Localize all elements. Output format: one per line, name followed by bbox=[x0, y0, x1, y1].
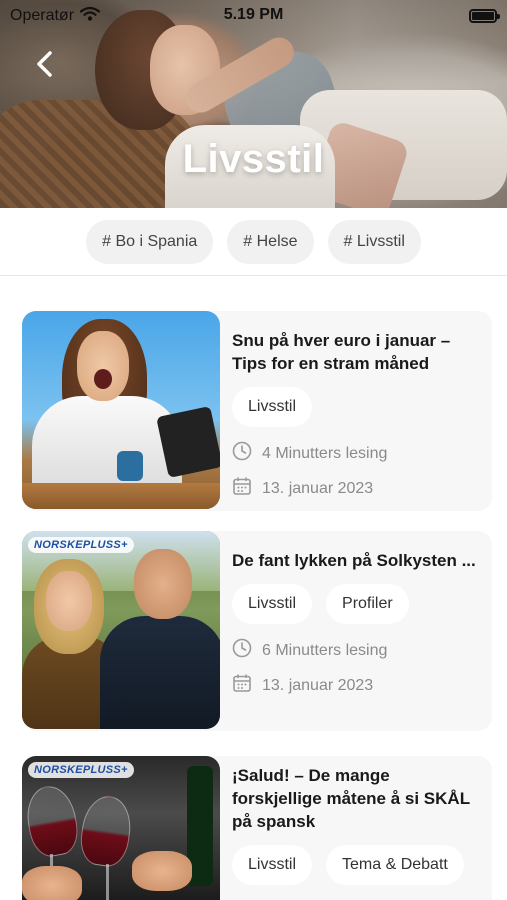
page-title: Livsstil bbox=[182, 137, 325, 181]
tag-livsstil[interactable]: # Livsstil bbox=[327, 219, 421, 264]
norskepluss-badge: NORSKEPLUSS+ bbox=[28, 762, 134, 778]
article-card[interactable]: NORSKEPLUSS+ De fant lykken på Solkysten… bbox=[22, 531, 492, 731]
tag-filter-bar: # Bo i Spania # Helse # Livsstil bbox=[0, 208, 507, 276]
article-thumbnail bbox=[22, 311, 220, 509]
article-title: ¡Salud! – De mange forskjellige måtene å… bbox=[232, 766, 470, 831]
publish-date: 13. januar 2023 bbox=[262, 479, 374, 497]
article-thumbnail: NORSKEPLUSS+ bbox=[22, 756, 220, 900]
carrier-label: Operatør bbox=[10, 7, 75, 24]
clock-icon bbox=[232, 638, 252, 663]
category-chip[interactable]: Tema & Debatt bbox=[326, 845, 464, 885]
tag-bo-i-spania[interactable]: # Bo i Spania bbox=[86, 219, 214, 264]
category-chip[interactable]: Livsstil bbox=[232, 584, 313, 624]
wifi-icon bbox=[79, 6, 101, 26]
read-time: 6 Minutters lesing bbox=[262, 641, 388, 659]
category-chip[interactable]: Livsstil bbox=[232, 845, 313, 885]
article-title: De fant lykken på Solkysten ... bbox=[232, 551, 476, 570]
chevron-left-icon bbox=[35, 50, 53, 83]
article-thumbnail: NORSKEPLUSS+ bbox=[22, 531, 220, 729]
battery-icon bbox=[469, 9, 500, 23]
category-chip[interactable]: Livsstil bbox=[232, 387, 313, 427]
back-button[interactable] bbox=[28, 50, 60, 82]
clock-icon bbox=[232, 441, 252, 466]
read-time: 4 Minutters lesing bbox=[262, 444, 388, 462]
article-card[interactable]: NORSKEPLUSS+ ¡Salud! – De mange forskjel… bbox=[22, 756, 492, 900]
article-card[interactable]: Snu på hver euro i januar – Tips for en … bbox=[22, 311, 492, 511]
status-bar: Operatør 5.19 PM bbox=[0, 0, 507, 32]
norskepluss-badge: NORSKEPLUSS+ bbox=[28, 537, 134, 553]
article-title: Snu på hver euro i januar – Tips for en … bbox=[232, 331, 451, 373]
category-chip[interactable]: Profiler bbox=[326, 584, 409, 624]
calendar-icon bbox=[232, 673, 252, 698]
calendar-icon bbox=[232, 476, 252, 501]
tag-helse[interactable]: # Helse bbox=[227, 219, 314, 264]
publish-date: 13. januar 2023 bbox=[262, 676, 374, 694]
